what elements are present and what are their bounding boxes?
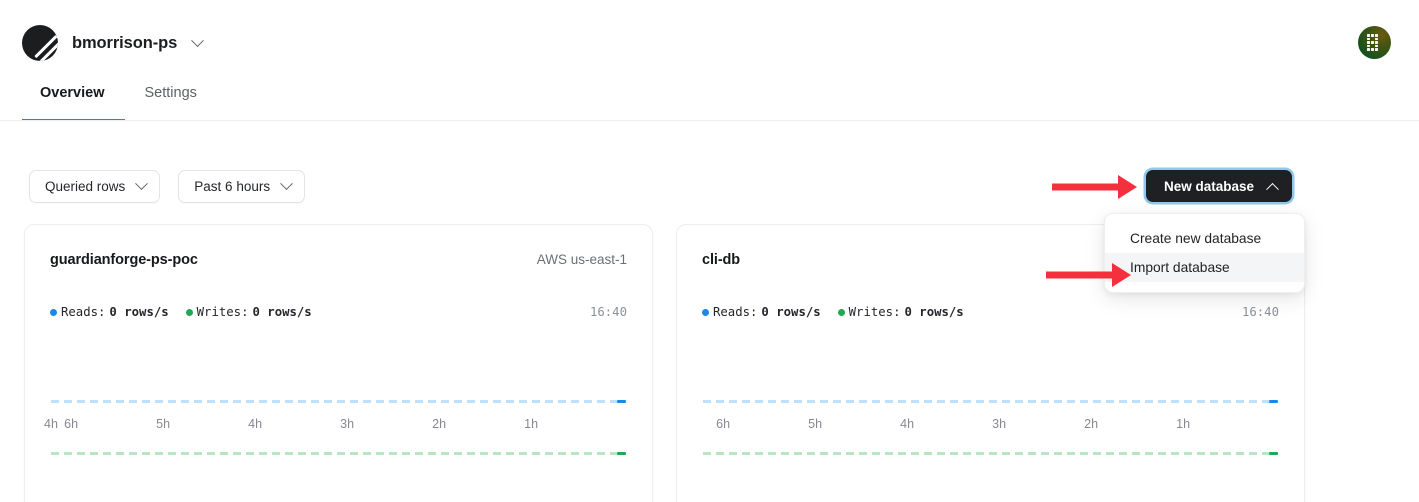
x-tick: 4h bbox=[248, 417, 263, 431]
reads-series-line bbox=[51, 400, 626, 403]
metric-filter-dropdown[interactable]: Queried rows bbox=[29, 170, 161, 203]
x-tick: 1h bbox=[524, 417, 539, 431]
filter-bar: Queried rows Past 6 hours bbox=[29, 170, 306, 203]
chart-timestamp: 16:40 bbox=[589, 305, 627, 319]
org-switcher[interactable]: bmorrison-ps bbox=[22, 25, 205, 61]
chevron-up-icon bbox=[1266, 182, 1279, 196]
card-header: guardianforge-ps-poc AWS us-east-1 bbox=[50, 252, 627, 268]
metrics-chart: 6h 5h 4h 3h 2h 1h bbox=[703, 375, 1278, 490]
stat-reads: Reads: 0 rows/s bbox=[702, 305, 821, 319]
tab-overview-label: Overview bbox=[40, 85, 105, 101]
app-root: bmorrison-ps Overview Settings Queried r… bbox=[0, 0, 1419, 502]
reads-color-dot-icon bbox=[702, 308, 709, 316]
menu-item-import-database[interactable]: Import database bbox=[1105, 253, 1304, 282]
tab-settings-label: Settings bbox=[144, 85, 197, 101]
writes-color-dot-icon bbox=[837, 308, 845, 316]
stat-reads: Reads: 0 rows/s bbox=[50, 305, 169, 319]
x-tick-4h: 4h bbox=[44, 417, 58, 431]
new-database-label: New database bbox=[1164, 178, 1255, 194]
card-stats: Reads: 0 rows/s Writes: 0 rows/s 16:40 bbox=[50, 305, 627, 319]
menu-item-label: Import database bbox=[1130, 260, 1230, 275]
planetscale-logo-icon bbox=[22, 25, 58, 61]
stat-writes: Writes: 0 rows/s bbox=[837, 305, 964, 319]
new-database-menu: Create new database Import database bbox=[1104, 213, 1305, 293]
writes-series-line bbox=[51, 452, 626, 455]
writes-series-line bbox=[703, 452, 1278, 455]
reads-label: Reads: bbox=[713, 305, 758, 319]
chart-timestamp: 16:40 bbox=[1241, 305, 1279, 319]
main-tabs: Overview Settings bbox=[22, 84, 217, 121]
writes-value: 0 rows/s bbox=[904, 305, 964, 319]
reads-color-dot-icon bbox=[50, 308, 57, 316]
arrow-to-new-database-icon bbox=[1052, 174, 1144, 200]
new-database-button[interactable]: New database bbox=[1146, 170, 1293, 202]
avatar-glyph-icon bbox=[1367, 34, 1382, 51]
database-region: AWS us-east-1 bbox=[536, 252, 627, 267]
x-tick: 3h bbox=[340, 417, 355, 431]
writes-label: Writes: bbox=[848, 305, 901, 319]
chart-x-axis: 6h 5h 4h 3h 2h 1h bbox=[703, 417, 1278, 437]
timerange-filter-dropdown[interactable]: Past 6 hours bbox=[178, 170, 306, 203]
reads-label: Reads: bbox=[61, 305, 106, 319]
writes-color-dot-icon bbox=[185, 308, 193, 316]
menu-item-label: Create new database bbox=[1130, 231, 1262, 246]
user-avatar[interactable] bbox=[1358, 26, 1391, 59]
writes-value: 0 rows/s bbox=[252, 305, 312, 319]
menu-item-create-new-database[interactable]: Create new database bbox=[1105, 224, 1304, 253]
header-divider bbox=[0, 120, 1419, 121]
timerange-filter-label: Past 6 hours bbox=[194, 179, 271, 194]
x-tick: 4h bbox=[900, 417, 915, 431]
x-tick: 1h bbox=[1176, 417, 1191, 431]
x-tick: 5h bbox=[156, 417, 171, 431]
database-name: cli-db bbox=[702, 252, 741, 268]
metric-filter-label: Queried rows bbox=[45, 179, 126, 194]
database-card[interactable]: guardianforge-ps-poc AWS us-east-1 Reads… bbox=[24, 224, 653, 502]
x-tick: 2h bbox=[432, 417, 447, 431]
chevron-down-icon bbox=[280, 177, 293, 191]
x-tick: 3h bbox=[992, 417, 1007, 431]
tab-settings[interactable]: Settings bbox=[125, 84, 217, 121]
new-database-wrapper: New database bbox=[1146, 170, 1293, 202]
reads-value: 0 rows/s bbox=[109, 305, 169, 319]
tab-overview[interactable]: Overview bbox=[22, 84, 125, 121]
card-stats: Reads: 0 rows/s Writes: 0 rows/s 16:40 bbox=[702, 305, 1279, 319]
x-tick: 5h bbox=[808, 417, 823, 431]
org-name: bmorrison-ps bbox=[72, 33, 178, 52]
stat-writes: Writes: 0 rows/s bbox=[185, 305, 312, 319]
x-tick: 2h bbox=[1084, 417, 1099, 431]
x-tick: 6h bbox=[716, 417, 731, 431]
app-header: bmorrison-ps Overview Settings bbox=[0, 0, 1419, 121]
reads-series-line bbox=[703, 400, 1278, 403]
database-name: guardianforge-ps-poc bbox=[50, 252, 198, 268]
writes-label: Writes: bbox=[196, 305, 249, 319]
x-tick: 6h bbox=[64, 417, 79, 431]
chevron-down-icon bbox=[135, 177, 149, 191]
chevron-down-icon[interactable] bbox=[191, 33, 205, 52]
metrics-chart: 6h 5h 4h 4h 3h 2h 1h bbox=[44, 375, 626, 490]
chart-x-axis: 6h 5h 4h 4h 3h 2h 1h bbox=[44, 417, 626, 437]
reads-value: 0 rows/s bbox=[761, 305, 821, 319]
